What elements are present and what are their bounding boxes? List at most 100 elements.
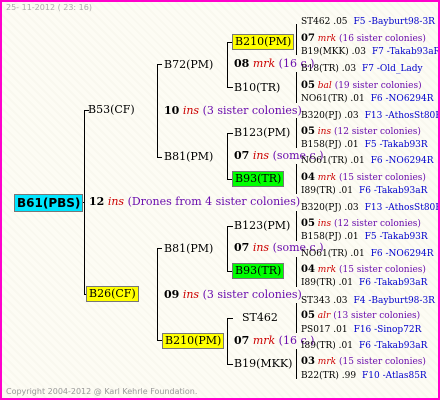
leaf-mating: 05 ins (12 sister colonies) — [301, 126, 421, 138]
queen-b10[interactable]: B10(TR) — [234, 81, 280, 94]
leaf-mating: 05 ins (12 sister colonies) — [301, 218, 421, 230]
leaf-queen[interactable]: B158(PJ) .01 F5 -Takab93R — [301, 140, 428, 151]
leaf-line-name: F16 -Sinop72R — [353, 325, 422, 335]
mating-station: mrk — [317, 265, 337, 275]
leaf-line-name: F6 -NO6294R — [370, 94, 434, 104]
connector — [296, 211, 297, 241]
connector — [296, 303, 297, 333]
leaf-queen-id: ST343 .03 — [301, 296, 348, 306]
queen-b123-lower[interactable]: B123(PM) — [234, 219, 290, 232]
pedigree-frame: 25- 11-2012 ( 23: 16) B61(PBS) 12 ins (D… — [0, 0, 440, 400]
queen-b53[interactable]: B53(CF) — [88, 103, 135, 116]
leaf-line-name: F5 -Takab93R — [364, 140, 428, 150]
leaf-queen[interactable]: PS017 .01 F16 -Sinop72R — [301, 325, 421, 336]
generation-number: 05 — [301, 218, 315, 229]
leaf-queen-id: I89(TR) .01 — [301, 341, 353, 351]
leaf-queen[interactable]: B18(TR) .03 F7 -Old_Lady — [301, 64, 423, 75]
generation-number: 04 — [301, 172, 315, 183]
leaf-mating: 03 mrk (15 sister colonies) — [301, 356, 426, 368]
leaf-queen-id: I89(TR) .01 — [301, 278, 353, 288]
leaf-queen[interactable]: B22(TR) .99 F10 -Atlas85R — [301, 371, 427, 382]
generation-number: 04 — [301, 264, 315, 275]
queen-b210-upper[interactable]: B210(PM) — [232, 34, 295, 50]
leaf-queen-id: B320(PJ) .03 — [301, 203, 359, 213]
mating-09: 09 ins (3 sister colonies) — [164, 288, 302, 301]
queen-b93-upper[interactable]: B93(TR) — [232, 171, 285, 187]
generation-number: 07 — [301, 33, 315, 44]
leaf-line-name: F13 -AthosSt80R — [364, 111, 440, 121]
mating-station: mrk — [317, 173, 337, 183]
drone-note: (12 sister colonies) — [333, 219, 421, 229]
drone-note: (19 sister colonies) — [334, 81, 422, 91]
date-stamp: 25- 11-2012 ( 23: 16) — [6, 3, 92, 12]
mating-station: mrk — [317, 34, 337, 44]
connector — [296, 72, 297, 103]
leaf-queen-id: B22(TR) .99 — [301, 371, 357, 381]
queen-st462[interactable]: ST462 — [242, 311, 278, 324]
mating-station: bal — [317, 81, 332, 91]
copyright: Copyright 2004-2012 @ Karl Kehrle Founda… — [6, 387, 198, 396]
queen-b93-lower[interactable]: B93(TR) — [232, 263, 285, 279]
mating-10: 10 ins (3 sister colonies) — [164, 104, 302, 117]
leaf-line-name: F10 -Atlas85R — [362, 371, 427, 381]
leaf-queen[interactable]: B320(PJ) .03 F13 -AthosSt80R — [301, 111, 440, 122]
connector — [227, 364, 233, 365]
leaf-queen-id: ST462 .05 — [301, 17, 348, 27]
connector — [296, 349, 297, 379]
leaf-queen[interactable]: I89(TR) .01 F6 -Takab93aR — [301, 186, 427, 197]
queen-b123-upper[interactable]: B123(PM) — [234, 126, 290, 139]
leaf-queen[interactable]: B320(PJ) .03 F13 -AthosSt80R — [301, 203, 440, 214]
leaf-line-name: F6 -NO6294R — [370, 156, 434, 166]
leaf-queen[interactable]: ST343 .03 F4 -Bayburt98-3R — [301, 296, 435, 307]
leaf-queen-id: PS017 .01 — [301, 325, 348, 335]
leaf-line-name: F4 -Bayburt98-3R — [353, 296, 435, 306]
queen-b81-upper[interactable]: B81(PM) — [164, 150, 213, 163]
leaf-queen[interactable]: NO61(TR) .01 F6 -NO6294R — [301, 156, 434, 167]
leaf-line-name: F7 -Takab93aR — [371, 47, 440, 57]
root-queen[interactable]: B61(PBS) — [14, 194, 84, 212]
leaf-queen-id: NO61(TR) .01 — [301, 94, 365, 104]
connector — [227, 226, 233, 227]
connector — [227, 226, 228, 271]
leaf-mating: 05 bal (19 sister colonies) — [301, 80, 422, 92]
leaf-queen[interactable]: NO61(TR) .01 F6 -NO6294R — [301, 249, 434, 260]
leaf-queen[interactable]: B19(MKK) .03 F7 -Takab93aR — [301, 47, 440, 58]
drone-note: (15 sister colonies) — [338, 357, 426, 367]
mating-station: ins — [317, 127, 332, 137]
generation-number: 05 — [301, 310, 315, 321]
drone-note: (15 sister colonies) — [338, 173, 426, 183]
connector — [296, 257, 297, 287]
connector — [157, 248, 158, 340]
root-mating: 12 ins (Drones from 4 sister colonies) — [89, 195, 300, 208]
leaf-queen-id: NO61(TR) .01 — [301, 249, 365, 259]
generation-number: 03 — [301, 356, 315, 367]
queen-b72[interactable]: B72(PM) — [164, 58, 213, 71]
leaf-queen[interactable]: ST462 .05 F5 -Bayburt98-3R — [301, 17, 435, 28]
leaf-line-name: F6 -Takab93aR — [358, 341, 428, 351]
queen-b19-mkk[interactable]: B19(MKK) — [234, 357, 292, 370]
queen-b210-lower[interactable]: B210(PM) — [162, 333, 225, 349]
connector — [296, 164, 297, 194]
generation-number: 05 — [301, 80, 315, 91]
drone-note: (15 sister colonies) — [338, 265, 426, 275]
leaf-line-name: F13 -AthosSt80R — [364, 203, 440, 213]
leaf-queen[interactable]: B158(PJ) .01 F5 -Takab93R — [301, 232, 428, 243]
generation-number: 05 — [301, 126, 315, 137]
mating-station: alr — [317, 311, 331, 321]
connector — [227, 133, 228, 179]
mating-station: ins — [107, 195, 125, 208]
leaf-queen-id: B19(MKK) .03 — [301, 47, 366, 57]
queen-b81-lower[interactable]: B81(PM) — [164, 242, 213, 255]
leaf-queen[interactable]: I89(TR) .01 F6 -Takab93aR — [301, 341, 427, 352]
connector — [227, 42, 228, 87]
queen-b26[interactable]: B26(CF) — [86, 286, 139, 302]
leaf-queen-id: B320(PJ) .03 — [301, 111, 359, 121]
leaf-queen-id: I89(TR) .01 — [301, 186, 353, 196]
generation-number: 12 — [89, 195, 105, 208]
leaf-line-name: F6 -NO6294R — [370, 249, 434, 259]
leaf-mating: 04 mrk (15 sister colonies) — [301, 172, 426, 184]
leaf-queen[interactable]: NO61(TR) .01 F6 -NO6294R — [301, 94, 434, 105]
leaf-queen[interactable]: I89(TR) .01 F6 -Takab93aR — [301, 278, 427, 289]
connector — [296, 24, 297, 55]
connector — [157, 64, 162, 65]
